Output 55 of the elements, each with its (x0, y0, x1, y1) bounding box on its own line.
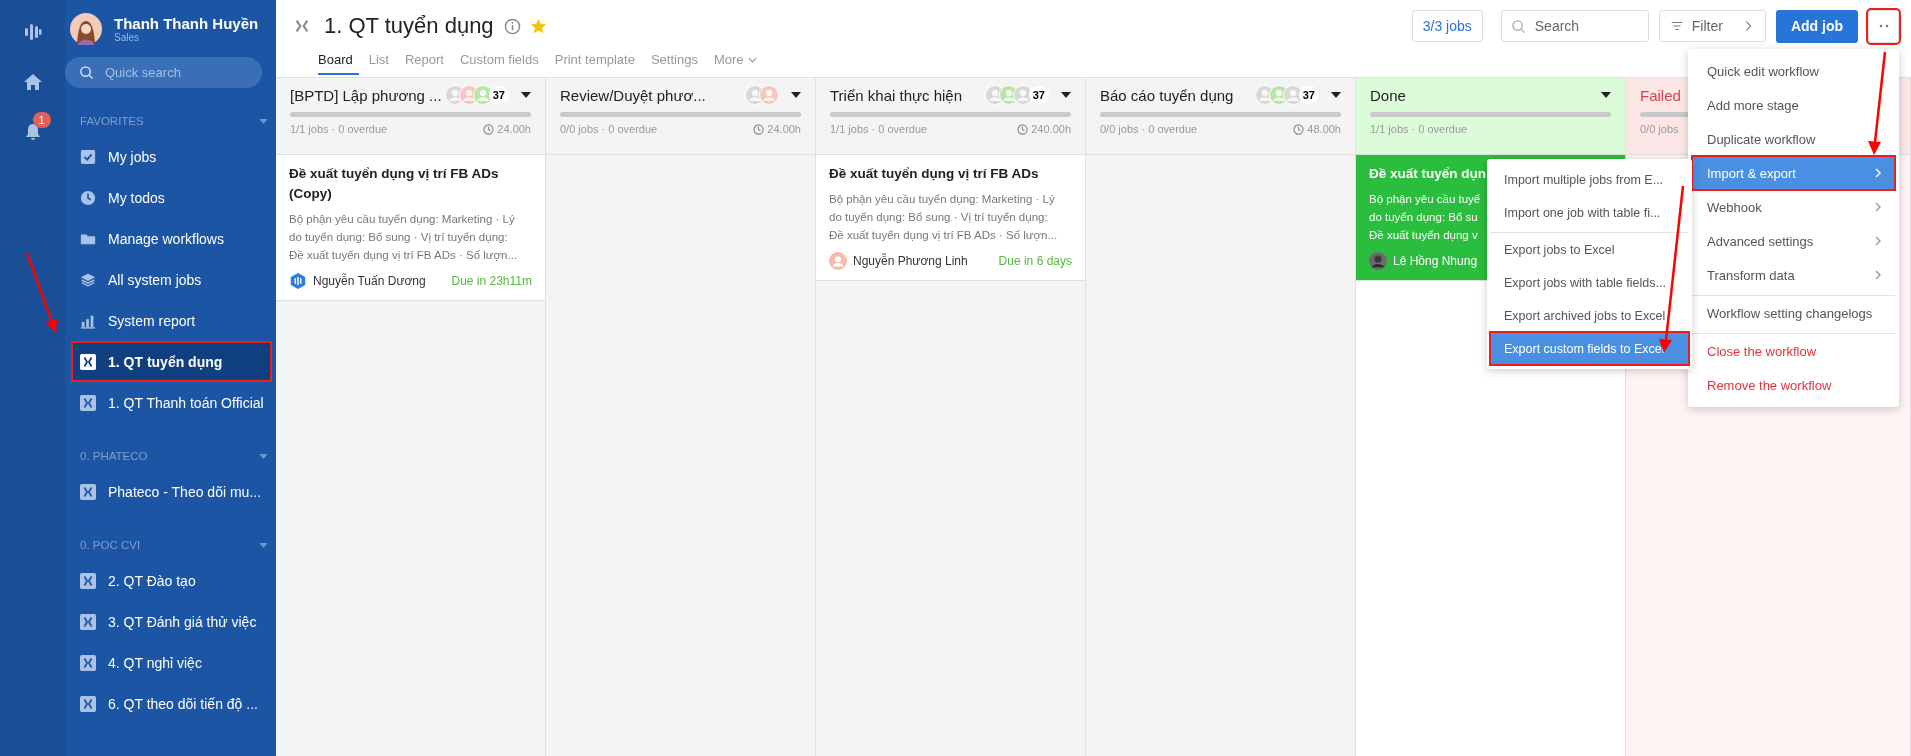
column-title: Báo cáo tuyển dụng (1100, 86, 1235, 104)
column-stats: 1/1 jobs · 0 overdue (1370, 123, 1468, 135)
due-label: Due in 23h11m (451, 274, 532, 288)
job-description: Đề xuất tuyển dụng vị trí FB ADs · Số lượn... (829, 228, 1058, 243)
sidebar-item-label: My todos (108, 189, 165, 206)
job-description: Bộ phận yêu cầu tuyể (1369, 192, 1481, 207)
duration: 240.00h (1031, 123, 1071, 135)
column-title: Review/Duyệt phươ... (560, 86, 707, 104)
column-stats: 0/0 jobs (1640, 123, 1679, 135)
job-description: Đề xuất tuyển dụng vị trí FB ADs · Số lượn... (289, 248, 518, 263)
workflow-title: 1. QT tuyển dụng (324, 13, 494, 39)
sidebar-item-label: System report (108, 312, 196, 329)
notification-badge: 1 (32, 112, 51, 128)
sidebar-item-label: Phateco - Theo dõi mu... (108, 483, 262, 500)
sidebar-item-label: 4. QT nghỉ việc (108, 654, 202, 671)
job-description: Bộ phận yêu cầu tuyển dụng: Marketing · Lý (289, 212, 515, 227)
column-stats: 1/1 jobs · 0 overdue (830, 123, 928, 135)
sidebar-item-label: 1. QT tuyển dụng (108, 353, 223, 370)
member-count: 37 (1298, 86, 1319, 104)
column-stats: 0/0 jobs · 0 overdue (1100, 123, 1198, 135)
sidebar-item-label: 1. QT Thanh toán Official (108, 394, 264, 411)
assignee-name: Nguyễn Phương Linh (853, 254, 969, 268)
section-title: FAVORITES (80, 115, 144, 127)
sidebar-item-label: My jobs (108, 148, 157, 165)
member-count: 37 (1028, 86, 1049, 104)
section-title: 0. PHATECO (80, 450, 148, 462)
sidebar-item-label: All system jobs (108, 271, 202, 288)
column-stats: 1/1 jobs · 0 overdue (290, 123, 388, 135)
duration: 24.00h (767, 123, 801, 135)
job-description: Đề xuất tuyển dụng v (1369, 228, 1478, 243)
sidebar-item-label: Manage workflows (108, 230, 224, 247)
member-count: 37 (488, 86, 509, 104)
assignee-name: Nguyễn Tuấn Dương (313, 274, 427, 288)
sidebar-item-label: 6. QT theo dõi tiến độ ... (108, 695, 258, 712)
job-description: do tuyển dụng: Bổ su (1369, 210, 1478, 225)
assignee-name: Lê Hồng Nhung (1393, 254, 1479, 268)
column-title: [BPTD] Lập phương ... (290, 86, 443, 104)
user-role: Sales (114, 32, 140, 43)
column-title: Done (1370, 86, 1407, 104)
duration: 24.00h (497, 123, 531, 135)
job-description: do tuyển dụng: Bổ sung · Vị trí tuyển dụng: (829, 210, 1048, 225)
due-label: Due in 6 days (998, 254, 1072, 268)
sidebar-item-label: 3. QT Đánh giá thử việc (108, 613, 257, 630)
user-name: Thanh Thanh Huyền (114, 15, 259, 32)
column-title: Failed (1640, 86, 1682, 104)
column-stats: 0/0 jobs · 0 overdue (560, 123, 658, 135)
job-title: Đề xuất tuyển dụng vị trí FB ADs (Copy) (289, 165, 500, 203)
job-description: do tuyển dụng: Bổ sung · Vị trí tuyển dụng: (289, 230, 508, 245)
job-title: Đề xuất tuyển dụn (1369, 165, 1486, 183)
job-description: Bộ phận yêu cầu tuyển dụng: Marketing · Lý (829, 192, 1055, 207)
sidebar-item-label: 2. QT Đào tạo (108, 572, 196, 589)
column-title: Triển khai thực hiện (830, 86, 964, 104)
job-title: Đề xuất tuyển dụng vị trí FB ADs (829, 165, 1039, 183)
section-title: 0. POC CVI (80, 539, 141, 551)
duration: 48.00h (1307, 123, 1341, 135)
